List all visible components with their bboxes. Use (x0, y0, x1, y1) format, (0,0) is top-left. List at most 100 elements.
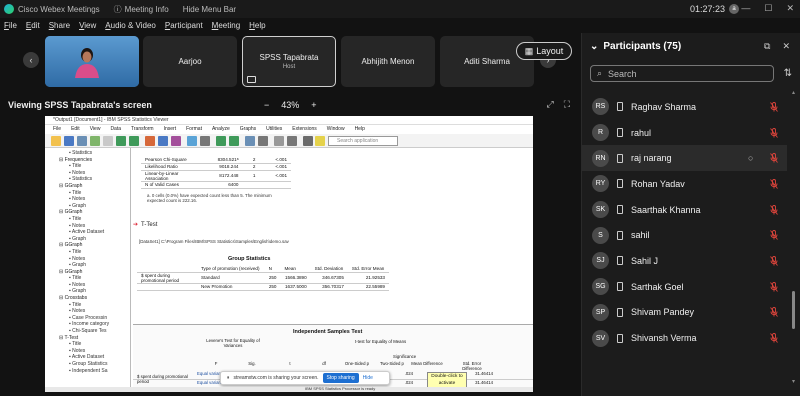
outline-item[interactable]: ⊟ GGraph (59, 269, 130, 276)
outline-item[interactable]: ▪ Group Statistics (59, 361, 130, 368)
collapse-icon[interactable] (258, 136, 268, 146)
account-avatar[interactable]: a (729, 4, 739, 14)
outline-item[interactable]: ▪ Notes (59, 348, 130, 355)
menu-meeting[interactable]: Meeting (212, 21, 240, 30)
scroll-down-icon[interactable]: ▾ (792, 378, 795, 385)
outline-item[interactable]: ▪ Title (59, 302, 130, 309)
outline-item[interactable]: ▪ Notes (59, 256, 130, 263)
insert-heading-icon[interactable] (303, 136, 313, 146)
outline-item[interactable]: ▪ Notes (59, 196, 130, 203)
video-tile-self[interactable] (45, 36, 139, 87)
menu-edit[interactable]: Edit (26, 21, 40, 30)
participant-row[interactable]: SK Saarthak Khanna (582, 197, 787, 223)
zoom-out-button[interactable]: − (264, 100, 269, 110)
muted-mic-icon[interactable] (770, 281, 778, 292)
goto-data-icon[interactable] (145, 136, 155, 146)
outline-item[interactable]: ▪ Notes (59, 282, 130, 289)
video-tile-aarjoo[interactable]: Aarjoo (143, 36, 237, 87)
stop-sharing-button[interactable]: Stop sharing (322, 373, 359, 383)
outline-item[interactable]: ⊟ Frequencies (59, 157, 130, 164)
participant-row[interactable]: SG Sarthak Goel (582, 274, 787, 300)
chart-icon[interactable] (187, 136, 197, 146)
outline-item[interactable]: ▪ Graph (59, 288, 130, 295)
outline-item[interactable]: ▪ Statistics (59, 150, 130, 157)
expand-icon[interactable] (245, 136, 255, 146)
spss-menu-utilities[interactable]: Utilities (266, 125, 282, 134)
participant-row[interactable]: RY Rohan Yadav (582, 171, 787, 197)
insert-text-icon[interactable] (315, 136, 325, 146)
participant-row[interactable]: Ssahil (582, 222, 787, 248)
recall-icon[interactable] (103, 136, 113, 146)
scroll-up-icon[interactable]: ▴ (792, 89, 795, 96)
outline-item[interactable]: ⊟ GGraph (59, 209, 130, 216)
muted-mic-icon[interactable] (770, 333, 778, 343)
outline-item[interactable]: ▪ Notes (59, 308, 130, 315)
outline-item[interactable]: ▪ Chi-Square Tes (59, 328, 130, 335)
pop-out-icon[interactable]: ⧉ (764, 41, 770, 52)
chat-icon[interactable]: ○ (748, 153, 753, 163)
outline-item[interactable]: ▪ Income category (59, 321, 130, 328)
outline-item[interactable]: ▪ Notes (59, 223, 130, 230)
layout-button[interactable]: ▦ Layout (516, 42, 572, 60)
outline-item[interactable]: ▪ Active Dataset (59, 229, 130, 236)
shared-screen[interactable]: *Output1 [Document1] - IBM SPSS Statisti… (45, 116, 533, 392)
outline-item[interactable]: ▪ Title (59, 275, 130, 282)
menu-share[interactable]: Share (49, 21, 70, 30)
outline-item[interactable]: ⊟ GGraph (59, 183, 130, 190)
export-icon[interactable] (90, 136, 100, 146)
spss-menu-help[interactable]: Help (355, 125, 365, 134)
outline-item[interactable]: ▪ Notes (59, 170, 130, 177)
close-icon[interactable]: ✕ (786, 3, 794, 14)
scroll-thumb[interactable] (792, 291, 795, 329)
participant-row[interactable]: RN raj narang ○ (582, 145, 787, 172)
close-panel-icon[interactable]: ✕ (782, 41, 790, 52)
muted-mic-icon[interactable] (770, 204, 778, 215)
muted-mic-icon[interactable] (770, 307, 778, 318)
menu-participant[interactable]: Participant (165, 21, 203, 30)
spss-menu-data[interactable]: Data (110, 125, 121, 134)
muted-mic-icon[interactable] (770, 127, 778, 138)
zoom-level[interactable]: 43% (281, 100, 299, 110)
hide-menu-bar-button[interactable]: Hide Menu Bar (183, 5, 236, 14)
maximize-icon[interactable]: ☐ (764, 3, 772, 14)
muted-mic-icon[interactable] (770, 153, 778, 163)
spss-menu-edit[interactable]: Edit (71, 125, 80, 134)
fullscreen-icon[interactable]: ⛶ (564, 99, 570, 110)
video-tile-abhijith-menon[interactable]: Abhijith Menon (341, 36, 435, 87)
outline-item[interactable]: ▪ Title (59, 341, 130, 348)
promote-icon[interactable] (216, 136, 226, 146)
show-icon[interactable] (274, 136, 284, 146)
participant-row[interactable]: SV Shivansh Verma (582, 325, 787, 351)
print-icon[interactable] (77, 136, 87, 146)
open-icon[interactable] (51, 136, 61, 146)
redo-icon[interactable] (129, 136, 139, 146)
participants-header[interactable]: ⌄ Participants (75) (590, 41, 681, 52)
fit-screen-icon[interactable]: ⤢ (546, 99, 553, 110)
outline-item[interactable]: ▪ Graph (59, 236, 130, 243)
outline-item[interactable]: ▪ Active Dataset (59, 354, 130, 361)
muted-mic-icon[interactable] (770, 178, 778, 189)
goto-case-icon[interactable] (158, 136, 168, 146)
sort-icon[interactable]: ⇅ (784, 68, 792, 79)
muted-mic-icon[interactable] (770, 101, 778, 112)
spss-menu-graphs[interactable]: Graphs (240, 125, 256, 134)
variables-icon[interactable] (171, 136, 181, 146)
menu-audio-video[interactable]: Audio & Video (105, 21, 156, 30)
participant-search-input[interactable]: ⌕ Search (590, 65, 774, 82)
menu-view[interactable]: View (79, 21, 96, 30)
outline-item[interactable]: ▪ Title (59, 190, 130, 197)
undo-icon[interactable] (116, 136, 126, 146)
meeting-info-button[interactable]: ⓘ Meeting Info (114, 4, 169, 15)
outline-item[interactable]: ▪ Case Processin (59, 315, 130, 322)
outline-item[interactable]: ⊟ GGraph (59, 242, 130, 249)
muted-mic-icon[interactable] (770, 256, 778, 266)
outline-item[interactable]: ▪ Title (59, 163, 130, 170)
pause-icon[interactable]: ⏸ (227, 375, 230, 381)
spss-menu-view[interactable]: View (90, 125, 101, 134)
hide-icon[interactable] (287, 136, 297, 146)
spss-menu-file[interactable]: File (53, 125, 61, 134)
spss-menu-insert[interactable]: Insert (164, 125, 177, 134)
minimize-icon[interactable]: — (741, 3, 750, 14)
hide-notice-link[interactable]: Hide (363, 375, 373, 381)
table-icon[interactable] (200, 136, 210, 146)
